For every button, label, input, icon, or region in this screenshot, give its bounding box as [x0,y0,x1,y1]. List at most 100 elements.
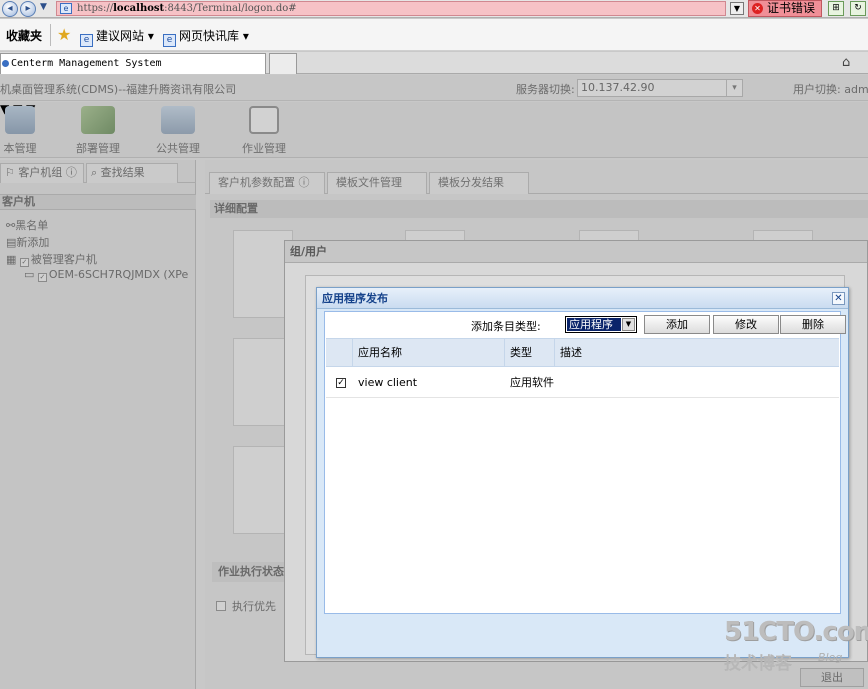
browser-tab-active[interactable]: Centerm Management System [0,53,266,74]
job-priority-checkbox[interactable] [216,601,226,611]
server-switch-value: 10.137.42.90 [581,81,655,94]
url-scheme: https:// [77,3,114,14]
user-switch-label: 用户切换: [793,83,841,96]
grid-header-check [326,339,353,366]
document-icon [249,106,279,134]
tree-item-managed[interactable]: ▦ ✓ 被管理客户机 [6,251,97,267]
tree-label: 新添加 [16,236,50,249]
tab-label: 模板分发结果 [438,176,504,189]
group-user-title: 组/用户 [285,241,867,263]
toolbar-label: 作业管理 [242,142,286,155]
favorites-label[interactable]: 收藏夹 [6,27,42,44]
ie-page-icon: e [80,34,93,47]
app-title: 机桌面管理系统(CDMS)--福建升腾资讯有限公司 [0,83,237,96]
user-switch[interactable]: 用户切换: adm [793,81,868,97]
address-bar: ◂ ▸ ▼ e https://localhost:8443/Terminal/… [0,0,868,18]
chevron-down-icon: ▾ [726,80,742,96]
column-header-name[interactable]: 应用名称 [353,339,505,366]
detail-config-title: 详细配置 [210,200,868,218]
page-favicon-icon [2,60,9,67]
toolbar-label: 本管理 [3,142,37,155]
add-favorite-star-icon[interactable]: ★ [57,25,71,44]
main-toolbar: 本管理 ▼ 部署管理 ▼ 公共管理 ▼ 作业管理 [0,102,868,158]
tab-template-files[interactable]: 模板文件管理 [327,172,427,194]
toolbar-label: 部署管理 [76,142,120,155]
add-button[interactable]: 添加 [644,315,710,334]
tab-search-results[interactable]: ⌕ 查找结果 [86,163,178,183]
url-dropdown-icon[interactable]: ▼ [730,2,744,15]
delete-button[interactable]: 删除 [780,315,846,334]
tab-template-dist[interactable]: 模板分发结果 [429,172,529,194]
watermark-blog: Blog [818,651,843,664]
exit-button[interactable]: 退出 [800,668,864,687]
cert-error-label: 证书错误 [767,1,816,15]
tab-client-config[interactable]: 客户机参数配置 ⓘ [209,172,325,194]
url-path: :8443/Terminal/logon.do# [164,3,297,14]
column-header-desc[interactable]: 描述 [555,339,839,366]
fav-suggested-sites-label: 建议网站 ▾ [96,29,154,43]
tree-checkbox[interactable]: ✓ [37,273,47,282]
deploy-arrow-icon [81,106,115,134]
compat-view-icon[interactable]: ⊞ [828,1,844,16]
fav-suggested-sites[interactable]: e 建议网站 ▾ [80,27,154,47]
browser-tab-title: Centerm Management System [11,58,162,69]
computer-icon [161,106,195,134]
new-tab-button[interactable] [269,53,297,74]
monitor-icon [5,106,35,134]
row-checkbox[interactable]: ✓ [336,378,346,388]
grid-header: 应用名称 类型 描述 [326,338,839,367]
toolbar-deploy-management[interactable]: 部署管理 [70,106,126,156]
toolbar-base-management[interactable]: 本管理 [0,106,40,156]
browser-tab-bar: Centerm Management System ⌂ [0,52,868,74]
tree-label: 黑名单 [15,219,49,232]
edit-button[interactable]: 修改 [713,315,779,334]
ie-page-icon: e [163,34,176,47]
tree-label: 被管理客户机 [30,253,97,266]
left-pane: ⚐ 客户机组 ⓘ ⌕ 查找结果 客户机 ⚯黑名单 ▤新添加 ▦ ✓ 被管理客户机 … [0,160,196,689]
app-header: 机桌面管理系统(CDMS)--福建升腾资讯有限公司 服务器切换: 10.137.… [0,75,868,101]
tab-label: 客户机组 [18,166,63,179]
column-header-type[interactable]: 类型 [505,339,555,366]
tree-checkbox[interactable]: ✓ [19,258,29,267]
user-switch-value: adm [844,83,868,96]
history-dropdown-icon[interactable]: ▼ [40,2,47,12]
tab-client-groups[interactable]: ⚐ 客户机组 ⓘ [0,163,84,183]
back-icon[interactable]: ◂ [2,1,18,17]
favorites-bar: 收藏夹 ★ e 建议网站 ▾ e 网页快讯库 ▾ [0,19,868,51]
right-tabs: 客户机参数配置 ⓘ 模板文件管理 模板分发结果 [205,172,868,194]
watermark-subtitle: 技术博客 [724,654,792,674]
tree-item-blacklist[interactable]: ⚯黑名单 [6,217,48,233]
fav-web-slices-label: 网页快讯库 ▾ [179,29,249,43]
tab-label: 查找结果 [100,166,145,179]
home-icon[interactable]: ⌂ [842,55,850,70]
url-host: localhost [113,3,165,14]
server-switch-label: 服务器切换: [516,83,575,96]
left-tabs: ⚐ 客户机组 ⓘ ⌕ 查找结果 [0,163,196,183]
refresh-icon[interactable]: ↻ [850,1,866,16]
server-switch-select[interactable]: 10.137.42.90 ▾ [577,79,743,97]
cell-app-desc [555,368,839,398]
chevron-down-icon: ▼ [622,318,635,331]
job-priority-row[interactable]: 执行优先 [216,598,276,614]
fav-web-slices[interactable]: e 网页快讯库 ▾ [163,27,249,47]
tree-label-selected: OEM-6SCH7RQJMDX (XPe [48,268,189,281]
dialog-body: 添加条目类型: 应用程序 ▼ 添加 修改 删除 应用名称 类型 描述 ✓ vie… [324,311,846,614]
favorites-separator [50,24,51,46]
toolbar-job-management[interactable]: 作业管理 [236,106,292,156]
tree-item-new[interactable]: ▤新添加 [6,234,49,250]
table-row[interactable]: ✓ view client 应用软件 [326,368,839,398]
url-input[interactable]: e https://localhost:8443/Terminal/logon.… [56,1,726,16]
cert-error-button[interactable]: ✕ 证书错误 [748,0,822,17]
tree-item-client[interactable]: ▭ ✓ OEM-6SCH7RQJMDX (XPe [24,268,188,282]
ie-page-icon: e [60,3,72,14]
add-type-select[interactable]: 应用程序 ▼ [565,316,637,333]
dialog-title: 应用程序发布 [317,288,848,309]
close-icon[interactable]: ✕ [832,292,845,305]
watermark-logo: 51CTO.com [724,617,868,647]
cell-app-name: view client [358,376,418,389]
add-type-value: 应用程序 [567,318,621,331]
tab-label: 客户机参数配置 [218,176,295,189]
toolbar-public-management[interactable]: 公共管理 [150,106,206,156]
app-publish-dialog: 应用程序发布 ✕ 添加条目类型: 应用程序 ▼ 添加 修改 删除 应用名称 类型… [316,287,849,658]
forward-icon[interactable]: ▸ [20,1,36,17]
